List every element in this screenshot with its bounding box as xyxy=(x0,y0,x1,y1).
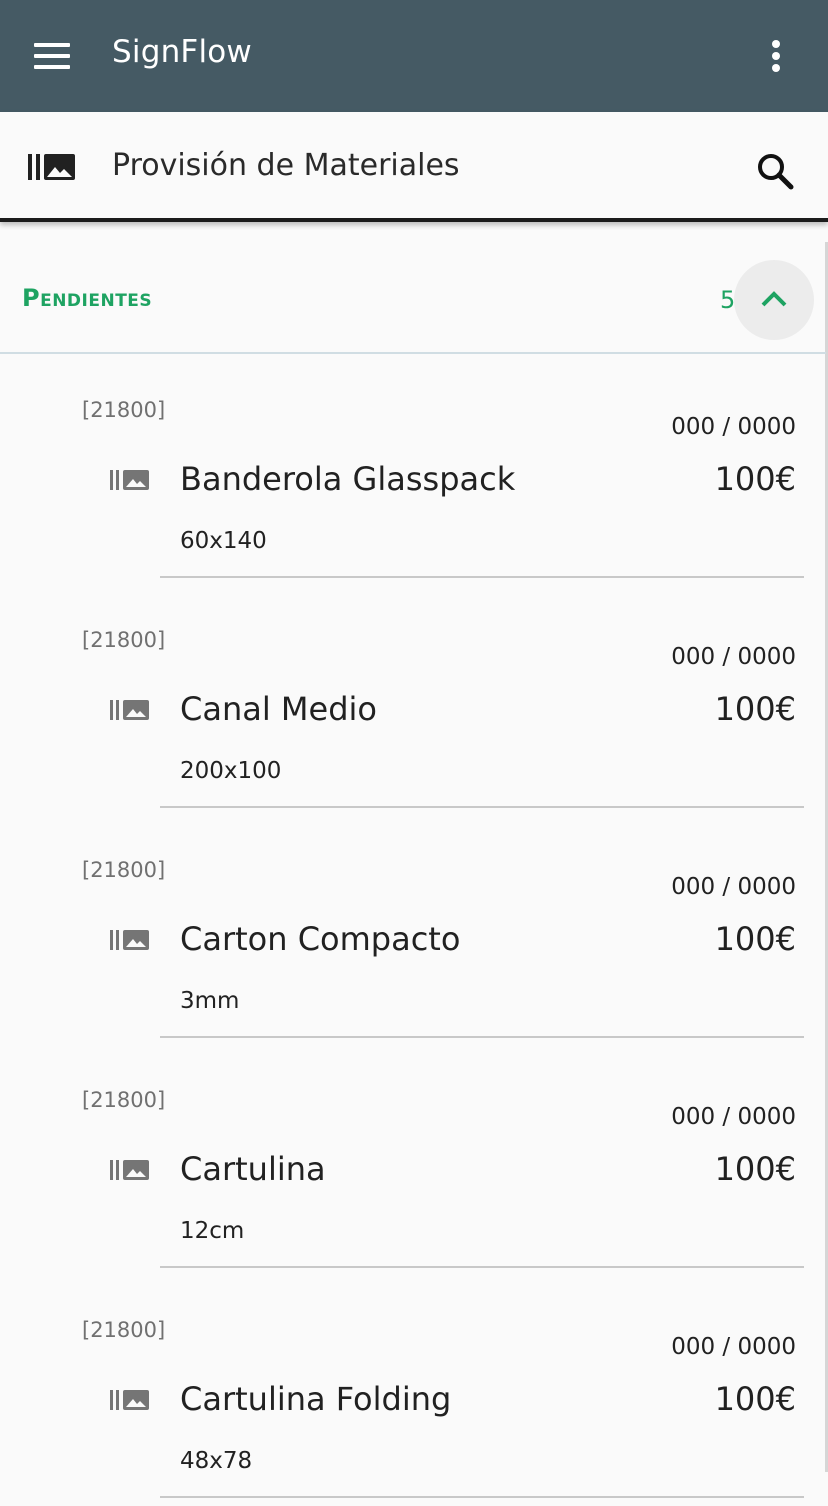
more-dot xyxy=(772,64,780,72)
item-price: 100€ xyxy=(714,920,796,958)
divider xyxy=(160,576,804,578)
group-header-pendientes[interactable]: Pendientes 5 xyxy=(0,246,826,354)
divider xyxy=(160,806,804,808)
list-item[interactable]: [21800] 000 / 0000 Carton Compacto 100€ … xyxy=(0,816,826,1046)
item-quantity: 000 / 0000 xyxy=(671,644,796,670)
item-dimensions: 3mm xyxy=(180,988,240,1014)
list-item[interactable]: [21800] 000 / 0000 Cartulina 100€ 12cm xyxy=(0,1046,826,1276)
section-title: Provisión de Materiales xyxy=(112,148,460,183)
item-reference: [21800] xyxy=(82,398,166,422)
item-quantity: 000 / 0000 xyxy=(671,1334,796,1360)
item-reference: [21800] xyxy=(82,858,166,882)
item-dimensions: 200x100 xyxy=(180,758,282,784)
group-count-badge: 5 xyxy=(720,286,736,314)
divider xyxy=(160,1036,804,1038)
material-icon xyxy=(110,930,149,950)
hamburger-menu-icon xyxy=(34,43,70,47)
item-dimensions: 12cm xyxy=(180,1218,245,1244)
menu-button[interactable] xyxy=(22,30,82,82)
item-price: 100€ xyxy=(714,690,796,728)
item-quantity: 000 / 0000 xyxy=(671,414,796,440)
chevron-up-icon xyxy=(761,291,787,307)
item-price: 100€ xyxy=(714,1380,796,1418)
item-dimensions: 60x140 xyxy=(180,528,267,554)
item-name: Cartulina xyxy=(180,1150,326,1188)
item-quantity: 000 / 0000 xyxy=(671,1104,796,1130)
item-price: 100€ xyxy=(714,460,796,498)
material-icon xyxy=(110,470,149,490)
collapse-button[interactable] xyxy=(734,260,814,340)
hamburger-line xyxy=(34,65,70,69)
item-reference: [21800] xyxy=(82,1088,166,1112)
section-toolbar: Provisión de Materiales xyxy=(0,112,828,222)
item-dimensions: 48x78 xyxy=(180,1448,253,1474)
more-options-button[interactable] xyxy=(752,30,800,82)
list-item[interactable]: [21800] 000 / 0000 Canal Medio 100€ 200x… xyxy=(0,586,826,816)
item-name: Carton Compacto xyxy=(180,920,461,958)
item-reference: [21800] xyxy=(82,1318,166,1342)
materials-list: [21800] 000 / 0000 Banderola Glasspack 1… xyxy=(0,356,826,1506)
item-price: 100€ xyxy=(714,1150,796,1188)
material-icon xyxy=(110,1390,149,1410)
material-icon xyxy=(110,700,149,720)
divider xyxy=(160,1496,804,1498)
item-reference: [21800] xyxy=(82,628,166,652)
search-icon xyxy=(758,154,794,190)
list-item[interactable]: [21800] 000 / 0000 Banderola Glasspack 1… xyxy=(0,356,826,586)
item-quantity: 000 / 0000 xyxy=(671,874,796,900)
more-vertical-icon xyxy=(772,40,780,48)
app-title: SignFlow xyxy=(112,34,252,70)
app-bar: SignFlow xyxy=(0,0,828,112)
hamburger-line xyxy=(34,54,70,58)
item-name: Canal Medio xyxy=(180,690,377,728)
search-button[interactable] xyxy=(744,142,804,202)
group-title: Pendientes xyxy=(22,284,153,312)
materials-library-icon xyxy=(28,154,75,180)
divider xyxy=(160,1266,804,1268)
more-dot xyxy=(772,52,780,60)
item-name: Cartulina Folding xyxy=(180,1380,452,1418)
material-icon xyxy=(110,1160,149,1180)
item-name: Banderola Glasspack xyxy=(180,460,516,498)
